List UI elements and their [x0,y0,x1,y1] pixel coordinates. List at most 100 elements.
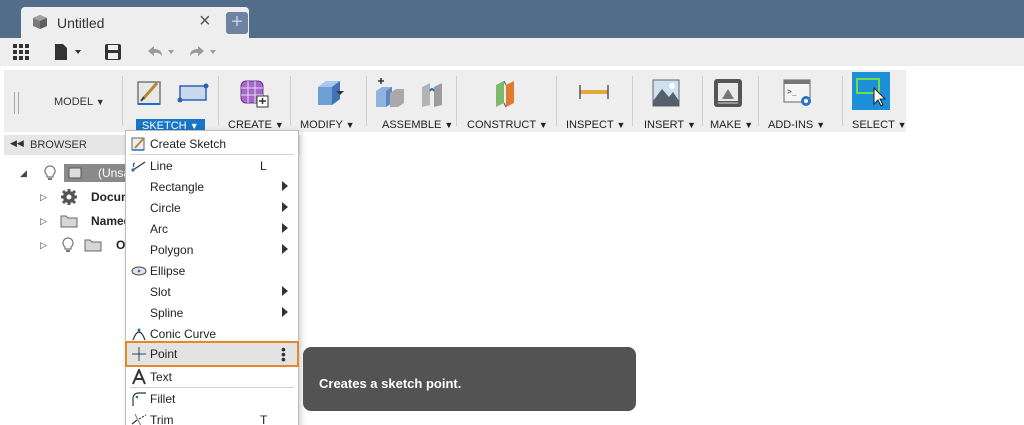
menu-item-create-sketch[interactable]: Create Sketch [126,133,298,154]
collapse-panel-icon[interactable]: ◀◀ [10,138,24,149]
menu-item-label: Circle [150,201,181,215]
assemble-group: ASSEMBLE ▼ [366,70,456,132]
tab-close-button[interactable]: × [199,11,211,31]
menu-item-trim[interactable]: Trim T [126,409,298,425]
menu-item-rectangle[interactable]: Rectangle [126,176,298,197]
quick-access-toolbar [0,38,1024,66]
3d-print-icon[interactable] [712,77,744,109]
inspect-menu-button[interactable]: INSPECT ▼ [566,119,625,131]
app-window: Untitled × + MODEL ▼ SKETCH ▼ CREATE ▼ M… [0,0,1024,425]
menu-item-polygon[interactable]: Polygon [126,239,298,260]
new-tab-button[interactable]: + [226,12,248,34]
tree-row-document-settings[interactable]: ▷ Docum [38,186,132,208]
lightbulb-icon[interactable] [62,237,74,253]
create-sketch-icon[interactable] [135,77,165,107]
menu-item-ellipse[interactable]: Ellipse [126,260,298,281]
app-grid-icon[interactable] [12,42,30,62]
tree-root-row[interactable]: ◢ (Unsa [20,162,130,184]
menu-item-label: Text [150,370,173,384]
joint-icon[interactable] [416,77,450,109]
menu-item-label: Ellipse [150,264,186,278]
tree-row-named-views[interactable]: ▷ Named [38,210,131,232]
collapsed-arrow-icon[interactable]: ▷ [40,240,47,251]
menu-item-text[interactable]: Text [126,366,298,387]
construct-menu-button[interactable]: CONSTRUCT ▼ [467,119,548,131]
svg-text:>_: >_ [787,87,797,96]
fillet-icon [132,392,146,406]
chevron-down-icon: ▼ [95,97,105,107]
menu-item-label: Fillet [150,392,176,406]
workspace-label: MODEL [54,96,93,108]
modify-menu-button[interactable]: MODIFY ▼ [300,119,355,131]
construct-group: CONSTRUCT ▼ [456,70,556,132]
lightbulb-icon[interactable] [44,165,56,181]
menu-item-label: Polygon [150,243,194,257]
undo-icon[interactable] [144,42,178,62]
document-icon [68,167,82,179]
submenu-arrow-icon [282,223,288,233]
submenu-arrow-icon [282,181,288,191]
collapsed-arrow-icon[interactable]: ▷ [40,192,47,203]
measure-icon[interactable] [578,77,610,107]
menu-item-conic-curve[interactable]: Conic Curve [126,323,298,344]
chevron-down-icon: ▼ [816,120,826,130]
add-ins-group: >_ ADD-INS ▼ [758,70,842,132]
create-group: CREATE ▼ [218,70,290,132]
cube-icon [33,15,47,29]
expanded-arrow-icon[interactable]: ◢ [20,168,27,179]
scripts-addins-icon[interactable]: >_ [782,77,814,109]
group-label: ADD-INS [768,119,814,131]
menu-item-spline[interactable]: Spline [126,302,298,323]
menu-item-label: Point [150,347,178,361]
offset-plane-icon[interactable] [492,77,524,109]
redo-icon[interactable] [186,42,220,62]
collapsed-arrow-icon[interactable]: ▷ [40,216,47,227]
tree-row-origin[interactable]: ▷ O [38,234,130,256]
menu-item-label: Spline [150,306,184,320]
tree-item-label: O [116,238,126,252]
insert-group: INSERT ▼ [632,70,702,132]
group-label: MODIFY [300,119,343,131]
group-label: ASSEMBLE [382,119,442,131]
ellipse-icon [131,266,147,276]
ribbon-grip[interactable] [14,92,19,114]
file-menu-icon[interactable] [53,42,85,62]
menu-item-point[interactable]: Point • • • [125,341,299,367]
menu-item-slot[interactable]: Slot [126,281,298,302]
menu-item-circle[interactable]: Circle [126,197,298,218]
select-icon[interactable] [852,72,890,110]
make-menu-button[interactable]: MAKE ▼ [710,119,753,131]
shortcut-key: T [260,413,268,425]
add-ins-menu-button[interactable]: ADD-INS ▼ [768,119,825,131]
workspace-switcher[interactable]: MODEL ▼ [54,96,105,108]
document-tab[interactable]: Untitled × [21,7,249,38]
create-form-icon[interactable] [238,77,270,109]
chevron-down-icon: ▼ [616,120,626,130]
group-label: MAKE [710,119,742,131]
menu-item-fillet[interactable]: Fillet [126,388,298,409]
ribbon-toolbar: MODEL ▼ SKETCH ▼ CREATE ▼ MODIFY ▼ ASSEM… [4,70,907,133]
new-component-icon[interactable] [372,77,406,109]
folder-icon [60,215,78,228]
menu-item-label: Rectangle [150,180,205,194]
insert-image-icon[interactable] [650,77,682,109]
select-menu-button[interactable]: SELECT ▼ [852,119,907,131]
assemble-menu-button[interactable]: ASSEMBLE ▼ [382,119,453,131]
insert-menu-button[interactable]: INSERT ▼ [644,119,696,131]
menu-item-arc[interactable]: Arc [126,218,298,239]
menu-item-line[interactable]: Line L [126,155,298,176]
more-options-icon[interactable]: • • • [281,342,286,366]
ribbon: MODEL ▼ SKETCH ▼ CREATE ▼ MODIFY ▼ ASSEM… [0,66,1024,133]
sketch-dropdown-menu: Create Sketch Line L Rectangle Circle Ar… [125,130,299,425]
sketch-group: SKETCH ▼ [122,70,218,133]
tooltip-text: Creates a sketch point. [319,376,462,391]
submenu-arrow-icon [282,286,288,296]
point-icon [132,347,146,361]
chevron-down-icon: ▼ [274,120,284,130]
finish-sketch-icon[interactable] [176,77,210,107]
submenu-arrow-icon [282,202,288,212]
save-icon[interactable] [104,42,122,62]
menu-item-label: Line [150,159,173,173]
press-pull-icon[interactable] [314,77,346,109]
menu-item-label: Create Sketch [150,137,227,151]
